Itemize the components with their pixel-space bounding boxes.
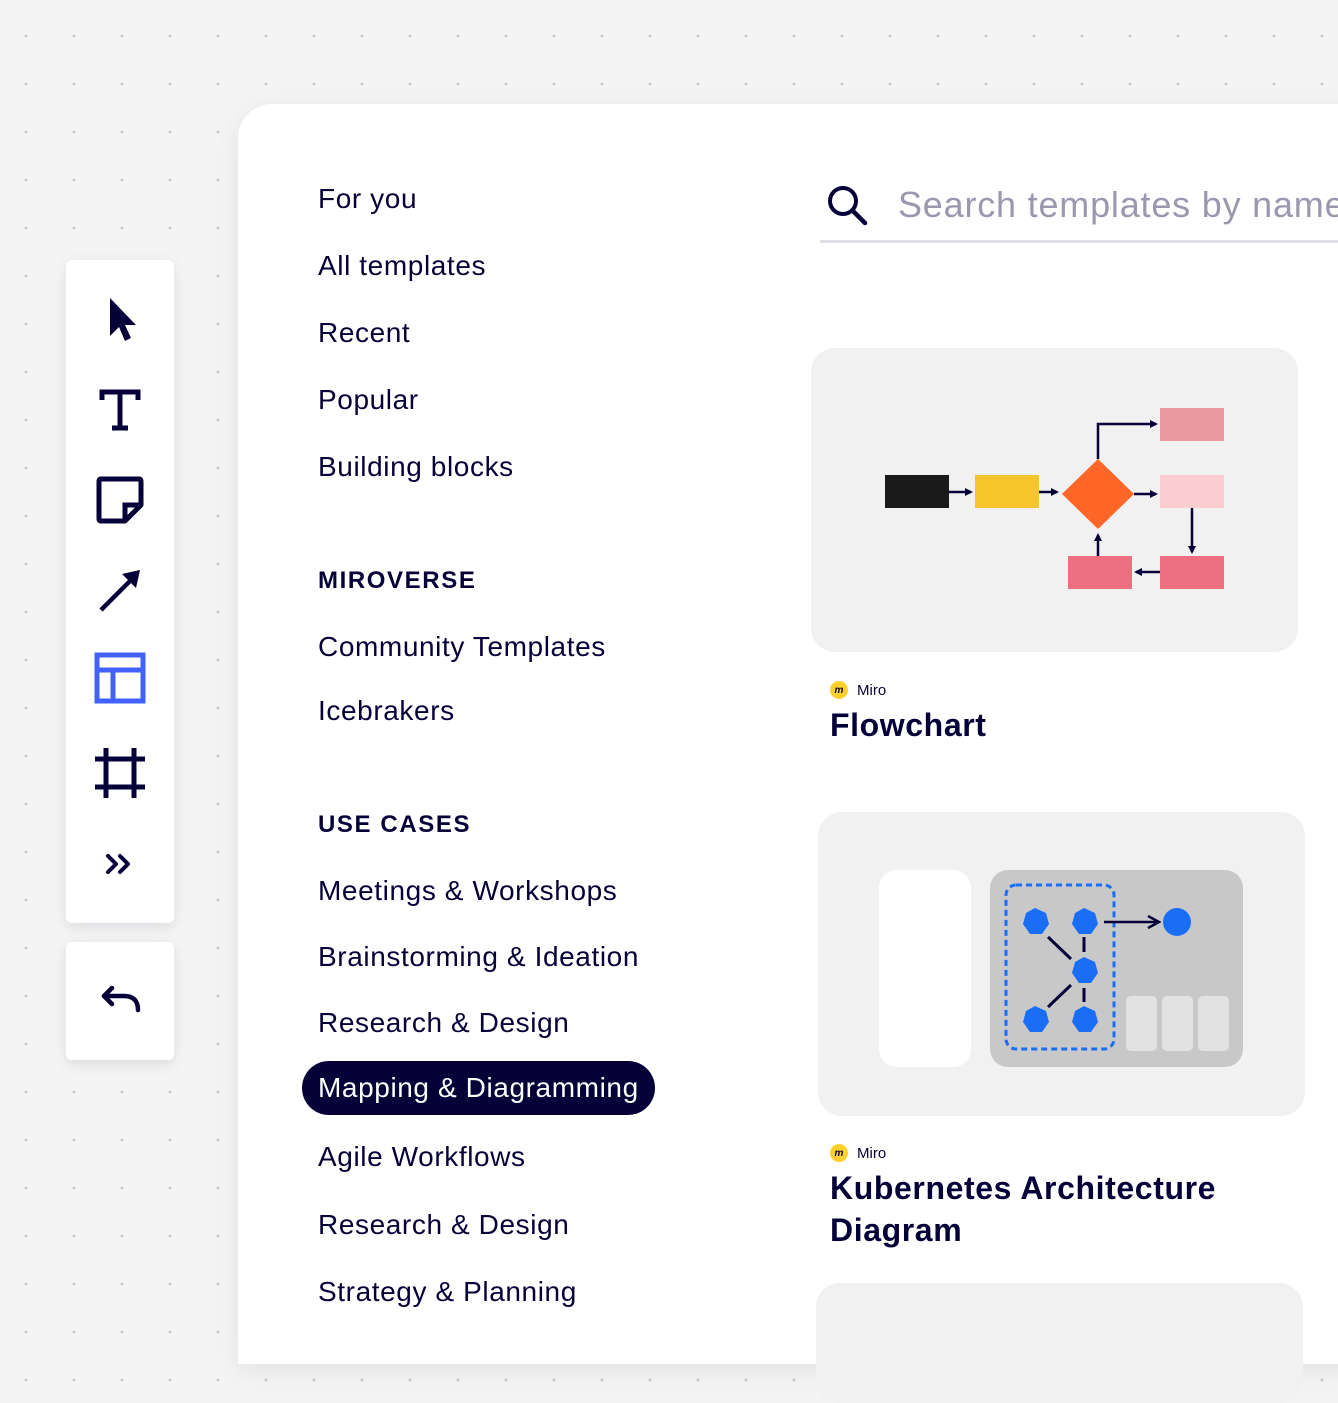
nav-item-recent[interactable]: Recent: [318, 316, 410, 350]
text-tool[interactable]: [90, 380, 150, 440]
nav-item-research-design[interactable]: Research & Design: [318, 1006, 569, 1040]
card-author: m Miro: [830, 681, 886, 699]
author-name: Miro: [857, 1144, 887, 1162]
nav-item-popular[interactable]: Popular: [318, 383, 419, 417]
nav-item-community-templates[interactable]: Community Templates: [318, 630, 606, 664]
nav-item-for-you[interactable]: For you: [318, 182, 417, 216]
undo-icon: [101, 986, 141, 1013]
nav-item-research-design-2[interactable]: Research & Design: [318, 1208, 569, 1242]
card-author: m Miro: [830, 1144, 886, 1162]
kubernetes-thumbnail[interactable]: [818, 812, 1305, 1116]
nav-item-strategy-planning[interactable]: Strategy & Planning: [318, 1275, 577, 1309]
flowchart-thumbnail[interactable]: [811, 348, 1298, 652]
card-title-kubernetes[interactable]: Kubernetes Architecture Diagram: [830, 1167, 1216, 1251]
sticky-note-tool[interactable]: [90, 470, 150, 530]
nav-item-building-blocks[interactable]: Building blocks: [318, 450, 514, 484]
nav-item-icebrakers[interactable]: Icebrakers: [318, 694, 455, 728]
section-heading-miroverse: MIROVERSE: [318, 567, 477, 594]
card-title-flowchart[interactable]: Flowchart: [830, 704, 987, 746]
nav-item-brainstorming-ideation[interactable]: Brainstorming & Ideation: [318, 940, 639, 974]
search-input[interactable]: [898, 184, 1338, 226]
arrow-tool[interactable]: [90, 560, 150, 620]
cursor-icon: [110, 298, 136, 341]
nav-item-all-templates[interactable]: All templates: [318, 249, 486, 283]
nav-item-meetings-workshops[interactable]: Meetings & Workshops: [318, 874, 617, 908]
search-bar: [820, 170, 1338, 243]
templates-icon: [94, 652, 146, 704]
frame-icon: [95, 748, 145, 798]
nav-item-mapping-diagramming[interactable]: Mapping & Diagramming: [302, 1061, 655, 1115]
card-title-line: Diagram: [830, 1212, 963, 1248]
section-heading-use-cases: USE CASES: [318, 811, 472, 838]
card-title-line: Kubernetes Architecture: [830, 1170, 1217, 1206]
template-thumbnail-partial[interactable]: [816, 1283, 1303, 1403]
miro-logo-icon: m: [830, 681, 848, 699]
more-tools[interactable]: [90, 834, 150, 894]
author-name: Miro: [857, 681, 887, 699]
templates-tool[interactable]: [90, 648, 150, 708]
nav-item-agile-workflows[interactable]: Agile Workflows: [318, 1140, 526, 1174]
select-tool[interactable]: [90, 290, 150, 350]
flowchart-illustration: [885, 408, 1224, 589]
chevron-double-right-icon: [106, 854, 130, 874]
text-icon: [99, 389, 141, 431]
toolbar: [66, 260, 174, 923]
frame-tool[interactable]: [90, 743, 150, 803]
arrow-icon: [99, 570, 140, 612]
undo-button[interactable]: [66, 942, 174, 1060]
kubernetes-illustration: [879, 870, 1243, 1067]
search-icon: [828, 186, 868, 226]
sticky-note-icon: [96, 476, 144, 524]
templates-panel: For you All templates Recent Popular Bui…: [238, 104, 1338, 1403]
miro-logo-icon: m: [830, 1144, 848, 1162]
